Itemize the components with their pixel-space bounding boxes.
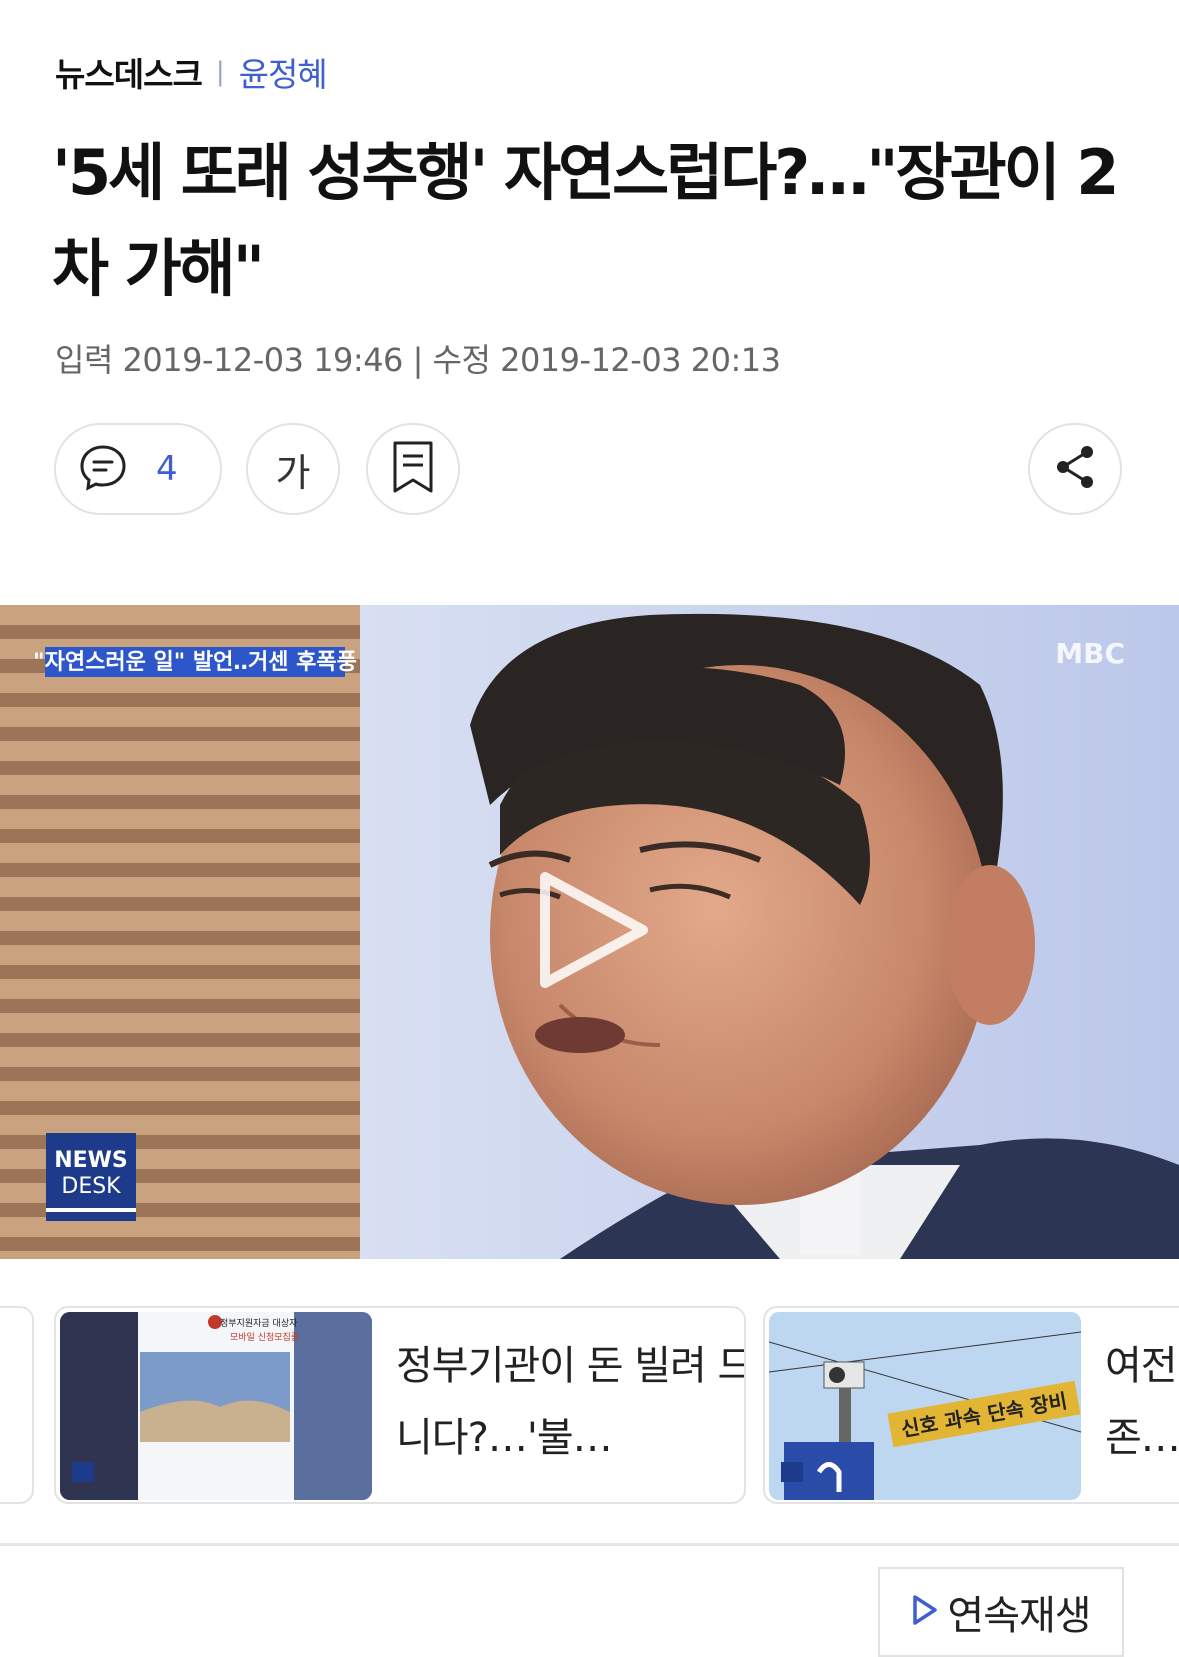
program-logo-line1: NEWS [54,1148,128,1173]
related-title: 여전 존… [1105,1343,1179,1461]
bookmark-button[interactable] [366,423,460,515]
comment-icon [78,442,128,496]
comment-button[interactable]: 4 [54,423,222,515]
program-logo-line2: DESK [61,1174,121,1199]
bookmark-icon [391,440,435,498]
program-name[interactable]: 뉴스데스크 [55,48,203,96]
play-icon [911,1594,939,1630]
video-player[interactable]: "자연스러운 일" 발언‥거센 후폭풍 MBC NEWS DESK [0,605,1179,1259]
related-thumb-subcaption: 모바일 신청모집중 [230,1331,299,1343]
related-thumbnail: 정부지원자금 대상자 모바일 신청모집중 [60,1312,372,1500]
article-dates: 입력 2019-12-03 19:46 | 수정 2019-12-03 20:1… [55,341,781,379]
related-card-prev[interactable] [0,1306,34,1504]
section-divider [0,1543,1179,1546]
related-videos: 정부지원자금 대상자 모바일 신청모집중 정부기관이 돈 빌려 드립니다?…'불… [0,1306,1179,1506]
related-thumbnail: 신호 과속 단속 장비 [769,1312,1081,1500]
video-caption: "자연스러운 일" 발언‥거센 후폭풍 [33,650,357,675]
share-button[interactable] [1028,423,1122,515]
autoplay-label: 연속재생 [947,1593,1091,1639]
video-frame: "자연스러운 일" 발언‥거센 후폭풍 MBC NEWS DESK [0,605,1179,1259]
reporter-name[interactable]: 윤정혜 [239,48,328,96]
byline-separator: | [215,57,225,87]
comment-count: 4 [156,449,178,489]
related-thumb-caption: 정부지원자금 대상자 [220,1318,298,1329]
byline: 뉴스데스크 | 윤정혜 [55,48,328,96]
channel-logo: MBC [1055,637,1125,670]
font-size-label: 가 [275,450,311,495]
related-title: 정부기관이 돈 빌려 드립니다?…'불… [396,1343,744,1461]
font-size-button[interactable]: 가 [246,423,340,515]
autoplay-button[interactable]: 연속재생 [878,1567,1124,1657]
share-icon [1051,442,1099,496]
related-card[interactable]: 신호 과속 단속 장비 여전 존… [763,1306,1179,1504]
related-card[interactable]: 정부지원자금 대상자 모바일 신청모집중 정부기관이 돈 빌려 드립니다?…'불… [54,1306,746,1504]
article-headline: '5세 또래 성추행' 자연스럽다?…"장관이 2차 가해" [52,136,1119,305]
